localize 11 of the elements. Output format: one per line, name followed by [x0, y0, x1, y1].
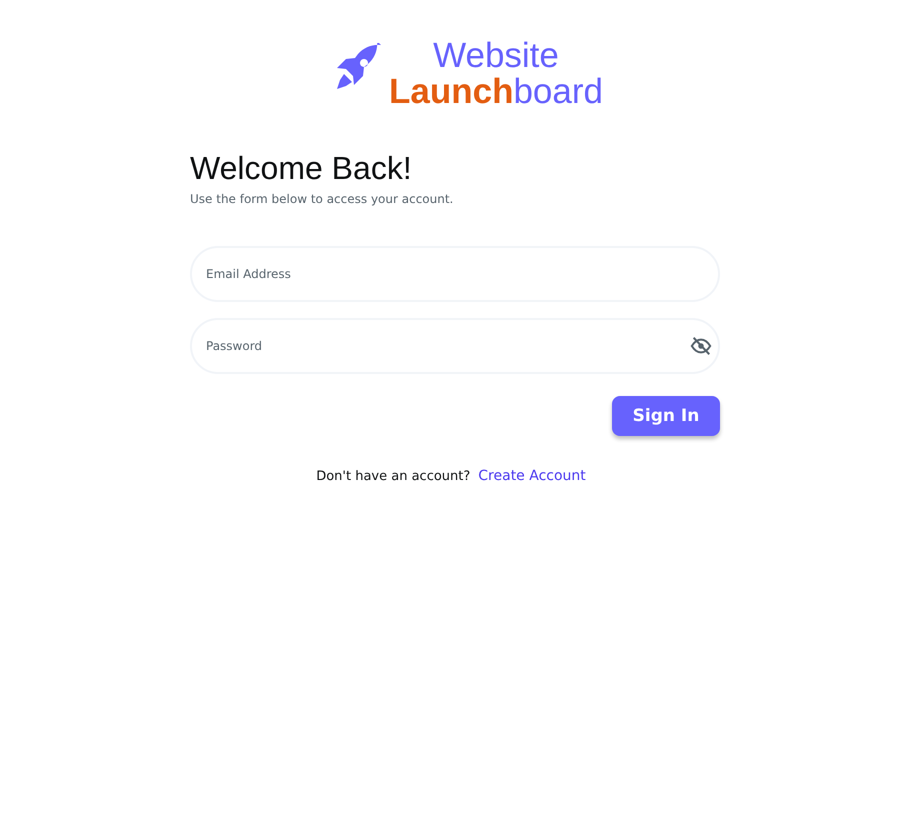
logo-text: Launchboard [389, 74, 603, 110]
create-account-link[interactable]: Create Account [478, 468, 586, 484]
subtitle-text: Use the form below to access your account. [190, 192, 454, 206]
password-field[interactable]: Password [190, 318, 720, 374]
logo-text: Website [433, 38, 559, 74]
rocket-icon [335, 43, 383, 91]
page-title: Welcome Back! [190, 149, 412, 188]
eye-slash-icon[interactable] [690, 335, 712, 357]
prompt-text: Don't have an account? [316, 469, 470, 484]
sign-in-button[interactable]: Sign In [612, 396, 720, 436]
email-field[interactable]: Email Address [190, 246, 720, 302]
